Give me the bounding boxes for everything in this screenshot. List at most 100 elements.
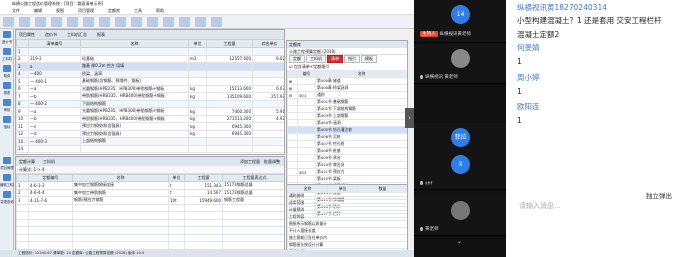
tree-row[interactable]: 第404节 涵洞 — [287, 119, 407, 127]
nav-item[interactable]: 编辑工料机 — [0, 172, 14, 189]
participant-tile[interactable]: 纵横视讯 黄老师 — [414, 44, 506, 84]
library-tab[interactable]: 定额 — [289, 55, 305, 63]
table-row[interactable]: 1 4-6-3-3 集中加工钢筋焊接连接 t 151.343 15173钢筋总量 — [16, 181, 284, 190]
menu-item[interactable]: 项目管理 — [78, 8, 94, 13]
table-row[interactable]: 6 —a 光圆钢筋(HPB235、HPB300)带肋钢筋+钢板 kg 15113.600… — [16, 84, 284, 93]
tree-row[interactable]: 第409节 承台 — [287, 154, 407, 162]
panel-button[interactable]: 添加工程量 — [240, 157, 260, 166]
nav-item[interactable]: 审核 — [0, 97, 14, 114]
toolbar-button-icon[interactable] — [147, 17, 158, 27]
cell-unit: kg — [188, 129, 207, 138]
participant-tile[interactable]: 黄老师 — [414, 196, 506, 236]
tab[interactable]: 项目属性 — [19, 32, 35, 37]
library-tab[interactable]: 清单 — [327, 55, 343, 63]
host-label: 主持人 纵横视讯黄老师 — [420, 31, 471, 37]
nav-item[interactable]: 造价书 — [0, 29, 14, 46]
toolbar-button-icon[interactable] — [83, 17, 94, 27]
nav-item[interactable]: 取费 — [0, 63, 14, 80]
tree-row[interactable]: 第405节 钻孔灌注桩 — [287, 126, 407, 134]
tree-row[interactable]: 第402节 下部结构钢筋 — [287, 105, 407, 113]
panel-button[interactable]: 批量调整 — [264, 157, 280, 166]
menu-item[interactable]: 工具 — [134, 8, 142, 13]
menu-item[interactable]: 视图 — [56, 8, 64, 13]
tree-row[interactable]: 第401节 基础钢筋 — [287, 98, 407, 106]
menu-item[interactable]: 文件 — [12, 8, 20, 13]
table-row[interactable]: 1 — [16, 47, 284, 56]
toolbar-button-icon[interactable] — [3, 17, 14, 27]
tab[interactable]: 定额计算 — [19, 159, 35, 164]
tree-row[interactable]: 第407节 挖孔桩 — [287, 140, 407, 148]
tree-row[interactable]: ⊞ 第500章 隧道 — [287, 77, 407, 85]
tree-row[interactable]: ⊞ 第400章 桥梁涵洞 — [287, 84, 407, 92]
table-row[interactable]: 3 a 路基 厚0.2m 挖方 培填 — [16, 62, 284, 71]
library-selector[interactable]: 公路工程预算定额 (2018) — [287, 48, 407, 55]
library-tab[interactable]: 模板 — [361, 55, 377, 63]
toolbar-button-icon[interactable] — [35, 17, 46, 27]
toolbar-button-icon[interactable] — [163, 17, 174, 27]
table-row[interactable]: 8— 400-2 下部结构钢筋 — [16, 99, 284, 108]
cell-c: 第400章 桥梁涵洞 — [315, 84, 407, 92]
library-tab[interactable]: 指引 — [344, 55, 360, 63]
table-row[interactable]: 9 —a 光圆钢筋(HPB235、HPB300)带肋钢筋+钢板 kg 7400.300 5… — [16, 107, 284, 116]
nav-item[interactable]: 工料机 — [0, 46, 14, 63]
tree-row[interactable]: 第410节 墩台身 — [287, 161, 407, 169]
tab[interactable]: 工料机汇总 — [67, 32, 87, 37]
toolbar-button-icon[interactable] — [99, 17, 110, 27]
menu-item[interactable]: 定额库 — [108, 8, 120, 13]
toolbar-button-icon[interactable] — [195, 17, 206, 27]
tab[interactable]: 报表 — [97, 32, 105, 37]
tab[interactable]: 造价书 — [45, 32, 57, 37]
table-row[interactable]: 4 —400 桥梁、涵洞 — [16, 69, 284, 78]
tree-row[interactable]: 403 第411节 预应力 — [287, 168, 407, 176]
nav-item[interactable]: 变更查询 — [0, 189, 14, 206]
tab[interactable]: 工料机 — [43, 159, 55, 164]
table-row[interactable]: 5— 400-1 基础钢筋(含钢筋、预埋件、钢板) — [16, 77, 284, 86]
table-row[interactable]: 14 — [16, 144, 284, 153]
column-header[interactable]: 单位 — [188, 39, 207, 48]
nav-label: 指标 — [3, 125, 11, 129]
cell-n: 13 — [16, 137, 29, 146]
column-header[interactable]: 综合单价 — [252, 39, 284, 48]
table-row[interactable]: 12 —d 预应力钢绞线(含锚具) kg 6945.300 — [16, 129, 284, 138]
tree-row[interactable]: ⊟ 401 通则 — [287, 91, 407, 99]
collapse-arrow-icon[interactable]: › — [405, 108, 414, 128]
table-row[interactable]: 7 —b 带肋钢筋(HRB335、HRB400)带肋钢筋+钢板 kg 135109.60… — [16, 92, 284, 101]
column-header[interactable]: 清单编号 — [28, 39, 81, 48]
tree-row[interactable]: 第408节 桩基 — [287, 147, 407, 155]
tree-row[interactable]: 第403节 上部钢筋 — [287, 112, 407, 120]
toolbar-button-icon[interactable] — [211, 17, 222, 27]
cell-unit: kg — [188, 114, 207, 123]
cell-name: 集中加工带肋钢筋 — [72, 188, 169, 197]
popout-button[interactable]: 独立弹出 — [646, 190, 672, 200]
tree-row[interactable]: 第412节 梁板 — [287, 175, 407, 183]
toolbar-button-icon[interactable] — [115, 17, 126, 27]
toolbar-button-icon[interactable] — [19, 17, 30, 27]
toolbar-button-icon[interactable] — [67, 17, 78, 27]
menu-item[interactable]: 帮助 — [156, 8, 164, 13]
guide-checkbox[interactable]: ☑ 包含清单+定额指引 — [287, 63, 407, 70]
table-row[interactable]: 2 4-6-4-4 集中加工带肋钢筋 t 14.567 15173钢筋总量 — [16, 188, 284, 197]
tree-row[interactable]: 第406节 沉桩 — [287, 133, 407, 141]
toolbar-button-icon[interactable] — [51, 17, 62, 27]
participant-tile[interactable]: Xxhf — [414, 150, 506, 190]
column-header[interactable]: 工程量 — [206, 39, 253, 48]
toolbar-button-icon[interactable] — [131, 17, 142, 27]
menu-item[interactable]: 编辑 — [34, 8, 42, 13]
toolbar-button-icon[interactable] — [179, 17, 190, 27]
table-row[interactable]: 2 319-2 砼基础 m3 12557.600 6.02 — [16, 54, 284, 63]
column-header[interactable]: 名称 — [80, 39, 189, 48]
table-row[interactable]: 13— 400-3 上部结构钢筋 — [16, 137, 284, 146]
nav-item[interactable]: 项目管理 — [0, 155, 14, 172]
nav-item[interactable]: 报表 — [0, 80, 14, 97]
table-row[interactable]: 11 —c 预应力钢绞线(含锚具) kg 6945.300 — [16, 122, 284, 131]
cell-price: 6.02 — [252, 54, 284, 63]
host-tile[interactable]: 主持人 纵横视讯黄老师 — [414, 25, 506, 43]
chat-input[interactable]: 请输入消息... — [519, 201, 561, 211]
chevron-down-icon[interactable]: ⌄ — [457, 238, 462, 245]
column-header[interactable] — [16, 39, 29, 48]
formula-bar[interactable]: 计算式: 1 > 4 — [16, 166, 284, 174]
table-row[interactable]: 3 4-11-7-6 钢筋/预应力钢筋 10t 15949.600 钢筋工程量 — [16, 196, 284, 205]
library-tab[interactable]: 工料机 — [306, 55, 326, 63]
nav-item[interactable]: 指标 — [0, 114, 14, 131]
table-row[interactable]: 10 —b 带肋钢筋(HRB335、HRB400)带肋钢筋+钢板 kg 271513.2… — [16, 114, 284, 123]
